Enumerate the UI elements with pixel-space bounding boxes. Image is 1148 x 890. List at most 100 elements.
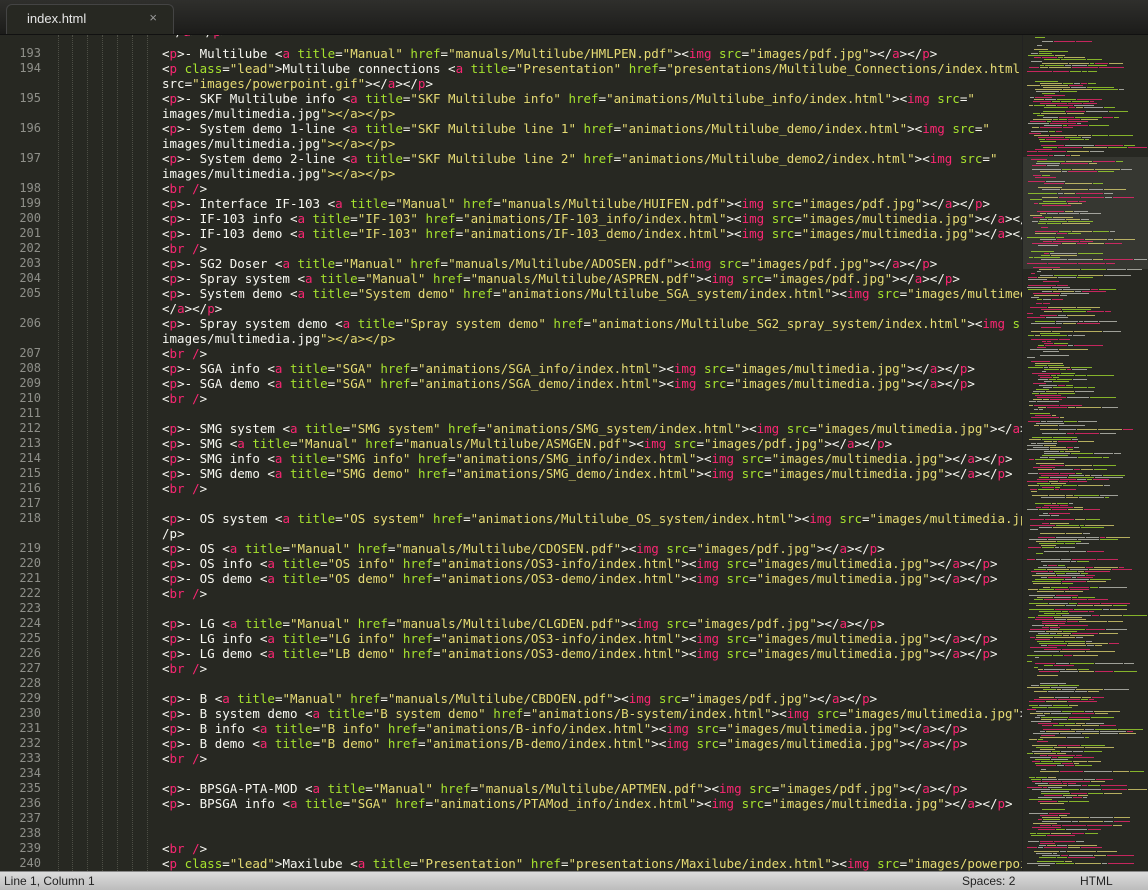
minimap-stroke bbox=[1029, 459, 1034, 460]
minimap-stroke bbox=[1108, 621, 1123, 622]
code-line: <p>- BPSGA-PTA-MOD <a title="Manual" hre… bbox=[162, 781, 968, 796]
minimap-stroke bbox=[1078, 457, 1102, 458]
minimap-stroke bbox=[1048, 691, 1074, 692]
syntax-selector[interactable]: HTML bbox=[1080, 874, 1113, 888]
minimap-stroke bbox=[1061, 163, 1088, 164]
minimap-stroke bbox=[1054, 597, 1071, 598]
minimap-stroke bbox=[1088, 829, 1101, 830]
minimap-stroke bbox=[1054, 155, 1065, 156]
minimap-stroke bbox=[1075, 375, 1086, 376]
minimap-stroke bbox=[1027, 863, 1055, 864]
minimap-stroke bbox=[1072, 65, 1087, 66]
minimap-stroke bbox=[1038, 151, 1066, 152]
minimap-stroke bbox=[1070, 139, 1084, 140]
minimap-stroke bbox=[1037, 741, 1048, 742]
minimap-stroke bbox=[1063, 631, 1077, 632]
minimap-stroke bbox=[1031, 491, 1037, 492]
minimap-stroke bbox=[1068, 103, 1082, 104]
tab-index-html[interactable]: index.html × bbox=[6, 4, 174, 34]
minimap-stroke bbox=[1049, 783, 1062, 784]
minimap-stroke bbox=[1104, 793, 1122, 794]
minimap-stroke bbox=[1031, 53, 1038, 54]
minimap-stroke bbox=[1079, 321, 1083, 322]
minimap-stroke bbox=[1040, 377, 1052, 378]
minimap-stroke bbox=[1068, 785, 1081, 786]
minimap-stroke bbox=[1058, 57, 1063, 58]
minimap-stroke bbox=[1067, 201, 1078, 202]
minimap-stroke bbox=[1113, 825, 1122, 826]
indentation-setting[interactable]: Spaces: 2 bbox=[962, 874, 1015, 888]
minimap-stroke bbox=[1066, 495, 1073, 496]
minimap-stroke bbox=[1035, 459, 1055, 460]
minimap-stroke bbox=[1056, 525, 1079, 526]
minimap-stroke bbox=[1042, 189, 1060, 190]
minimap-stroke bbox=[1072, 577, 1076, 578]
minimap[interactable] bbox=[1022, 35, 1148, 871]
minimap-stroke bbox=[1068, 509, 1083, 510]
minimap-stroke bbox=[1078, 539, 1099, 540]
minimap-stroke bbox=[1057, 285, 1068, 286]
minimap-stroke bbox=[1085, 475, 1090, 476]
minimap-stroke bbox=[1051, 255, 1077, 256]
minimap-stroke bbox=[1062, 711, 1084, 712]
minimap-stroke bbox=[1112, 569, 1132, 570]
minimap-stroke bbox=[1033, 113, 1040, 114]
minimap-stroke bbox=[1051, 833, 1071, 834]
minimap-stroke bbox=[1037, 401, 1059, 402]
minimap-stroke bbox=[1029, 631, 1045, 632]
code-area[interactable]: </a></p> <p>- Multilube <a title="Manual… bbox=[0, 35, 1022, 871]
minimap-stroke bbox=[1093, 259, 1103, 260]
minimap-stroke bbox=[1037, 483, 1050, 484]
minimap-stroke bbox=[1077, 577, 1093, 578]
minimap-stroke bbox=[1043, 87, 1070, 88]
minimap-stroke bbox=[1064, 193, 1075, 194]
minimap-stroke bbox=[1043, 787, 1047, 788]
minimap-stroke bbox=[1056, 237, 1064, 238]
minimap-stroke bbox=[1035, 335, 1040, 336]
minimap-stroke bbox=[1084, 771, 1112, 772]
minimap-stroke bbox=[1068, 643, 1085, 644]
minimap-stroke bbox=[1047, 421, 1063, 422]
code-line: <p>- SKF Multilube info <a title="SKF Mu… bbox=[162, 91, 975, 106]
minimap-stroke bbox=[1068, 345, 1073, 346]
minimap-stroke bbox=[1050, 627, 1060, 628]
minimap-stroke bbox=[1056, 537, 1085, 538]
minimap-stroke bbox=[1041, 717, 1068, 718]
minimap-stroke bbox=[1044, 669, 1065, 670]
minimap-stroke bbox=[1038, 137, 1064, 138]
minimap-stroke bbox=[1034, 57, 1041, 58]
minimap-stroke bbox=[1077, 429, 1097, 430]
minimap-stroke bbox=[1089, 699, 1094, 700]
minimap-stroke bbox=[1027, 263, 1047, 264]
minimap-stroke bbox=[1042, 809, 1065, 810]
minimap-stroke bbox=[1060, 547, 1075, 548]
close-icon[interactable]: × bbox=[149, 10, 157, 25]
code-editor[interactable]: 193 194 195 196 197 198 199 200 201 202 203 204 205 2… bbox=[0, 35, 1022, 871]
minimap-stroke bbox=[1095, 713, 1108, 714]
minimap-stroke bbox=[1067, 621, 1078, 622]
minimap-stroke bbox=[1050, 507, 1073, 508]
minimap-stroke bbox=[1068, 125, 1088, 126]
minimap-stroke bbox=[1043, 729, 1070, 730]
minimap-stroke bbox=[1086, 641, 1092, 642]
minimap-stroke bbox=[1072, 559, 1096, 560]
minimap-stroke bbox=[1030, 529, 1038, 530]
minimap-stroke bbox=[1034, 405, 1059, 406]
code-line: <p>- Spray system demo <a title="Spray s… bbox=[162, 316, 1022, 331]
minimap-stroke bbox=[1047, 569, 1069, 570]
minimap-stroke bbox=[1074, 105, 1094, 106]
minimap-stroke bbox=[1059, 231, 1071, 232]
minimap-stroke bbox=[1055, 697, 1069, 698]
minimap-stroke bbox=[1042, 725, 1052, 726]
minimap-stroke bbox=[1105, 497, 1109, 498]
minimap-stroke bbox=[1085, 747, 1114, 748]
minimap-stroke bbox=[1068, 719, 1090, 720]
minimap-stroke bbox=[1067, 619, 1086, 620]
minimap-stroke bbox=[1049, 457, 1077, 458]
minimap-stroke bbox=[1068, 233, 1081, 234]
minimap-stroke bbox=[1035, 763, 1061, 764]
minimap-stroke bbox=[1040, 755, 1047, 756]
minimap-stroke bbox=[1031, 331, 1051, 332]
minimap-stroke bbox=[1082, 725, 1099, 726]
minimap-stroke bbox=[1063, 127, 1073, 128]
